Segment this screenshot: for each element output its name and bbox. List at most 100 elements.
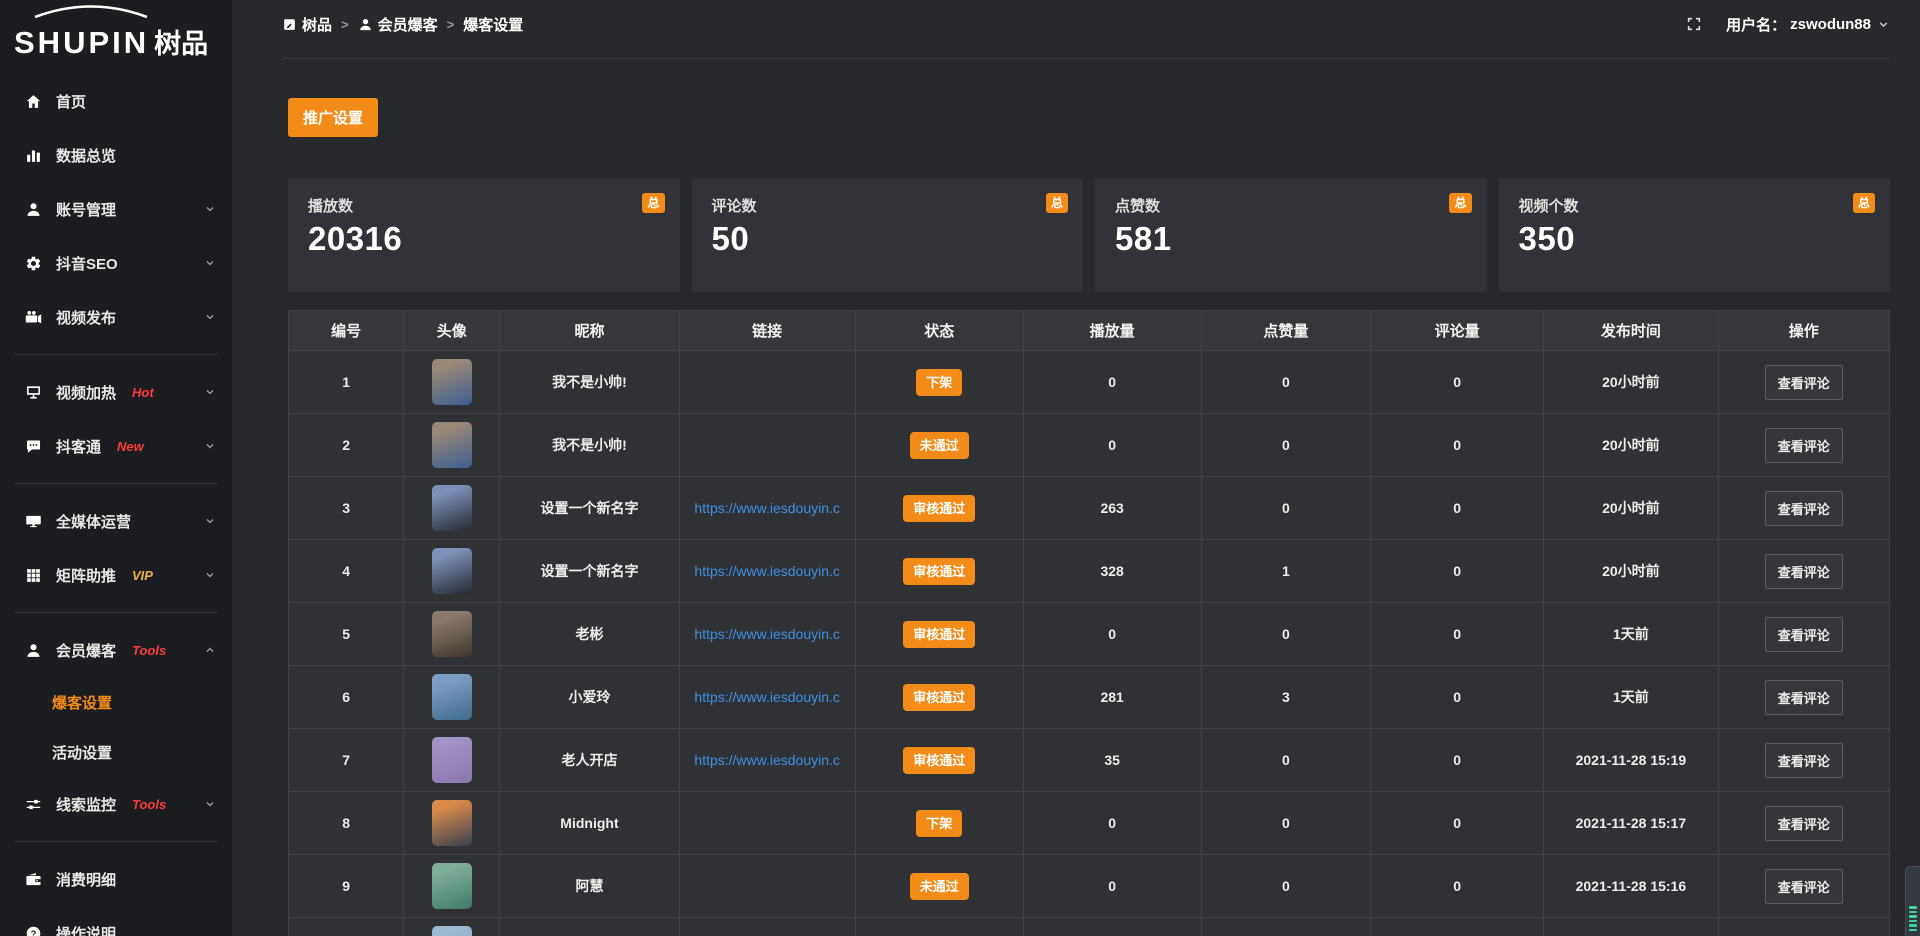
- action-cell: 查看评论: [1718, 855, 1889, 918]
- chevron-down-icon: [1877, 18, 1890, 31]
- table-row: 6小爱玲https://www.iesdouyin.c审核通过281301天前查…: [289, 666, 1890, 729]
- promo-settings-button[interactable]: 推广设置: [288, 98, 378, 137]
- sidebar-item-label: 抖音SEO: [56, 253, 118, 274]
- sidebar-item-douketong[interactable]: 抖客通New: [0, 419, 232, 473]
- sidebar-item-douyin-seo[interactable]: 抖音SEO: [0, 236, 232, 290]
- sidebar-item-operation-help[interactable]: ?操作说明: [0, 906, 232, 936]
- sidebar-subitem-activity-settings[interactable]: 活动设置: [0, 727, 232, 777]
- sidebar-subitem-label: 活动设置: [52, 742, 112, 763]
- avatar-cell: [404, 540, 500, 603]
- stat-card: 评论数50总: [692, 178, 1084, 292]
- sidebar-item-media-operation[interactable]: 全媒体运营: [0, 494, 232, 548]
- view-comments-button[interactable]: 查看评论: [1765, 806, 1843, 841]
- avatar-cell: [404, 918, 500, 936]
- column-header: 头像: [404, 311, 500, 351]
- table-row: 2我不是小帅!未通过00020小时前查看评论: [289, 414, 1890, 477]
- sidebar-subitem-baoke-settings[interactable]: 爆客设置: [0, 677, 232, 727]
- breadcrumb-item-0[interactable]: 树品: [282, 14, 332, 35]
- sidebar-item-label: 首页: [56, 91, 86, 112]
- monitor-icon: [25, 513, 42, 530]
- sidebar-item-home[interactable]: 首页: [0, 74, 232, 128]
- sidebar-item-account-manage[interactable]: 账号管理: [0, 182, 232, 236]
- avatar-image: [432, 485, 472, 531]
- number-cell: 5: [289, 603, 404, 666]
- stat-card-label: 播放数: [308, 195, 660, 216]
- floating-widget[interactable]: [1905, 866, 1920, 936]
- sidebar: SHUPIN 树品 首页数据总览账号管理抖音SEO 视频发布视频加热Hot抖客通N…: [0, 0, 232, 936]
- video-link[interactable]: https://www.iesdouyin.c: [694, 500, 840, 516]
- avatar-image: [432, 800, 472, 846]
- chevron-down-icon: [204, 257, 216, 269]
- avatar-image: [432, 926, 472, 936]
- video-link[interactable]: https://www.iesdouyin.c: [694, 626, 840, 642]
- avatar-image: [432, 359, 472, 405]
- column-header: 发布时间: [1544, 311, 1719, 351]
- user-menu[interactable]: 用户名： zswodun88: [1726, 14, 1890, 35]
- column-header: 链接: [679, 311, 855, 351]
- link-cell: [679, 918, 855, 936]
- sidebar-item-video-heat[interactable]: 视频加热Hot: [0, 365, 232, 419]
- sliders-icon: [25, 796, 42, 813]
- chevron-down-icon: [204, 386, 216, 398]
- table-row: 5老彬https://www.iesdouyin.c审核通过0001天前查看评论: [289, 603, 1890, 666]
- app-icon: [282, 17, 297, 32]
- avatar-image: [432, 863, 472, 909]
- likes-cell: 0: [1201, 855, 1371, 918]
- plays-cell: [1023, 918, 1201, 936]
- comments-cell: 0: [1371, 666, 1544, 729]
- plays-cell: 328: [1023, 540, 1201, 603]
- logo-text-cn: 树品: [154, 30, 208, 58]
- plays-cell: 0: [1023, 351, 1201, 414]
- stat-card: 视频个数350总: [1499, 178, 1891, 292]
- view-comments-button[interactable]: 查看评论: [1765, 554, 1843, 589]
- view-comments-button[interactable]: 查看评论: [1765, 617, 1843, 652]
- member-icon: [25, 642, 42, 659]
- grid-icon: [25, 567, 42, 584]
- table-row: 8Midnight下架0002021-11-28 15:17查看评论: [289, 792, 1890, 855]
- sidebar-item-label: 线索监控: [56, 794, 116, 815]
- view-comments-button[interactable]: 查看评论: [1765, 365, 1843, 400]
- column-header: 评论量: [1371, 311, 1544, 351]
- stat-card-value: 350: [1519, 220, 1871, 258]
- status-cell: 审核通过: [855, 477, 1023, 540]
- number-cell: 1: [289, 351, 404, 414]
- breadcrumb-item-2[interactable]: 爆客设置: [463, 14, 523, 35]
- gear-icon: [25, 255, 42, 272]
- breadcrumb-item-1[interactable]: 会员爆客: [358, 14, 438, 35]
- view-comments-button[interactable]: 查看评论: [1765, 428, 1843, 463]
- plays-cell: 35: [1023, 729, 1201, 792]
- sidebar-item-label: 视频加热: [56, 382, 116, 403]
- comments-cell: 0: [1371, 351, 1544, 414]
- brand-logo[interactable]: SHUPIN 树品: [0, 0, 232, 58]
- sidebar-item-video-publish[interactable]: 视频发布: [0, 290, 232, 344]
- avatar-cell: [404, 792, 500, 855]
- sidebar-item-consume-detail[interactable]: 消费明细: [0, 852, 232, 906]
- nickname-cell: 设置一个新名字: [500, 540, 679, 603]
- sidebar-item-clue-monitor[interactable]: 线索监控Tools: [0, 777, 232, 831]
- likes-cell: 0: [1201, 414, 1371, 477]
- sidebar-item-matrix-boost[interactable]: 矩阵助推VIP: [0, 548, 232, 602]
- view-comments-button[interactable]: 查看评论: [1765, 491, 1843, 526]
- sidebar-item-data-overview[interactable]: 数据总览: [0, 128, 232, 182]
- number-cell: 4: [289, 540, 404, 603]
- action-cell: 查看评论: [1718, 351, 1889, 414]
- table-row: 1我不是小帅!下架00020小时前查看评论: [289, 351, 1890, 414]
- comments-cell: 0: [1371, 855, 1544, 918]
- nickname-cell: 我不是小帅!: [500, 351, 679, 414]
- comments-cell: 0: [1371, 792, 1544, 855]
- chevron-down-icon: [204, 515, 216, 527]
- bar-chart-icon: [25, 147, 42, 164]
- view-comments-button[interactable]: 查看评论: [1765, 680, 1843, 715]
- sidebar-item-member-baoke[interactable]: 会员爆客Tools: [0, 623, 232, 677]
- video-link[interactable]: https://www.iesdouyin.c: [694, 689, 840, 705]
- fullscreen-icon[interactable]: [1686, 16, 1702, 32]
- sidebar-item-label: 消费明细: [56, 869, 116, 890]
- video-link[interactable]: https://www.iesdouyin.c: [694, 752, 840, 768]
- view-comments-button[interactable]: 查看评论: [1765, 743, 1843, 778]
- column-header: 昵称: [500, 311, 679, 351]
- video-link[interactable]: https://www.iesdouyin.c: [694, 563, 840, 579]
- view-comments-button[interactable]: 查看评论: [1765, 869, 1843, 904]
- data-table: 编号头像昵称链接状态播放量点赞量评论量发布时间操作 1我不是小帅!下架00020…: [288, 310, 1890, 936]
- avatar-image: [432, 611, 472, 657]
- likes-cell: 0: [1201, 729, 1371, 792]
